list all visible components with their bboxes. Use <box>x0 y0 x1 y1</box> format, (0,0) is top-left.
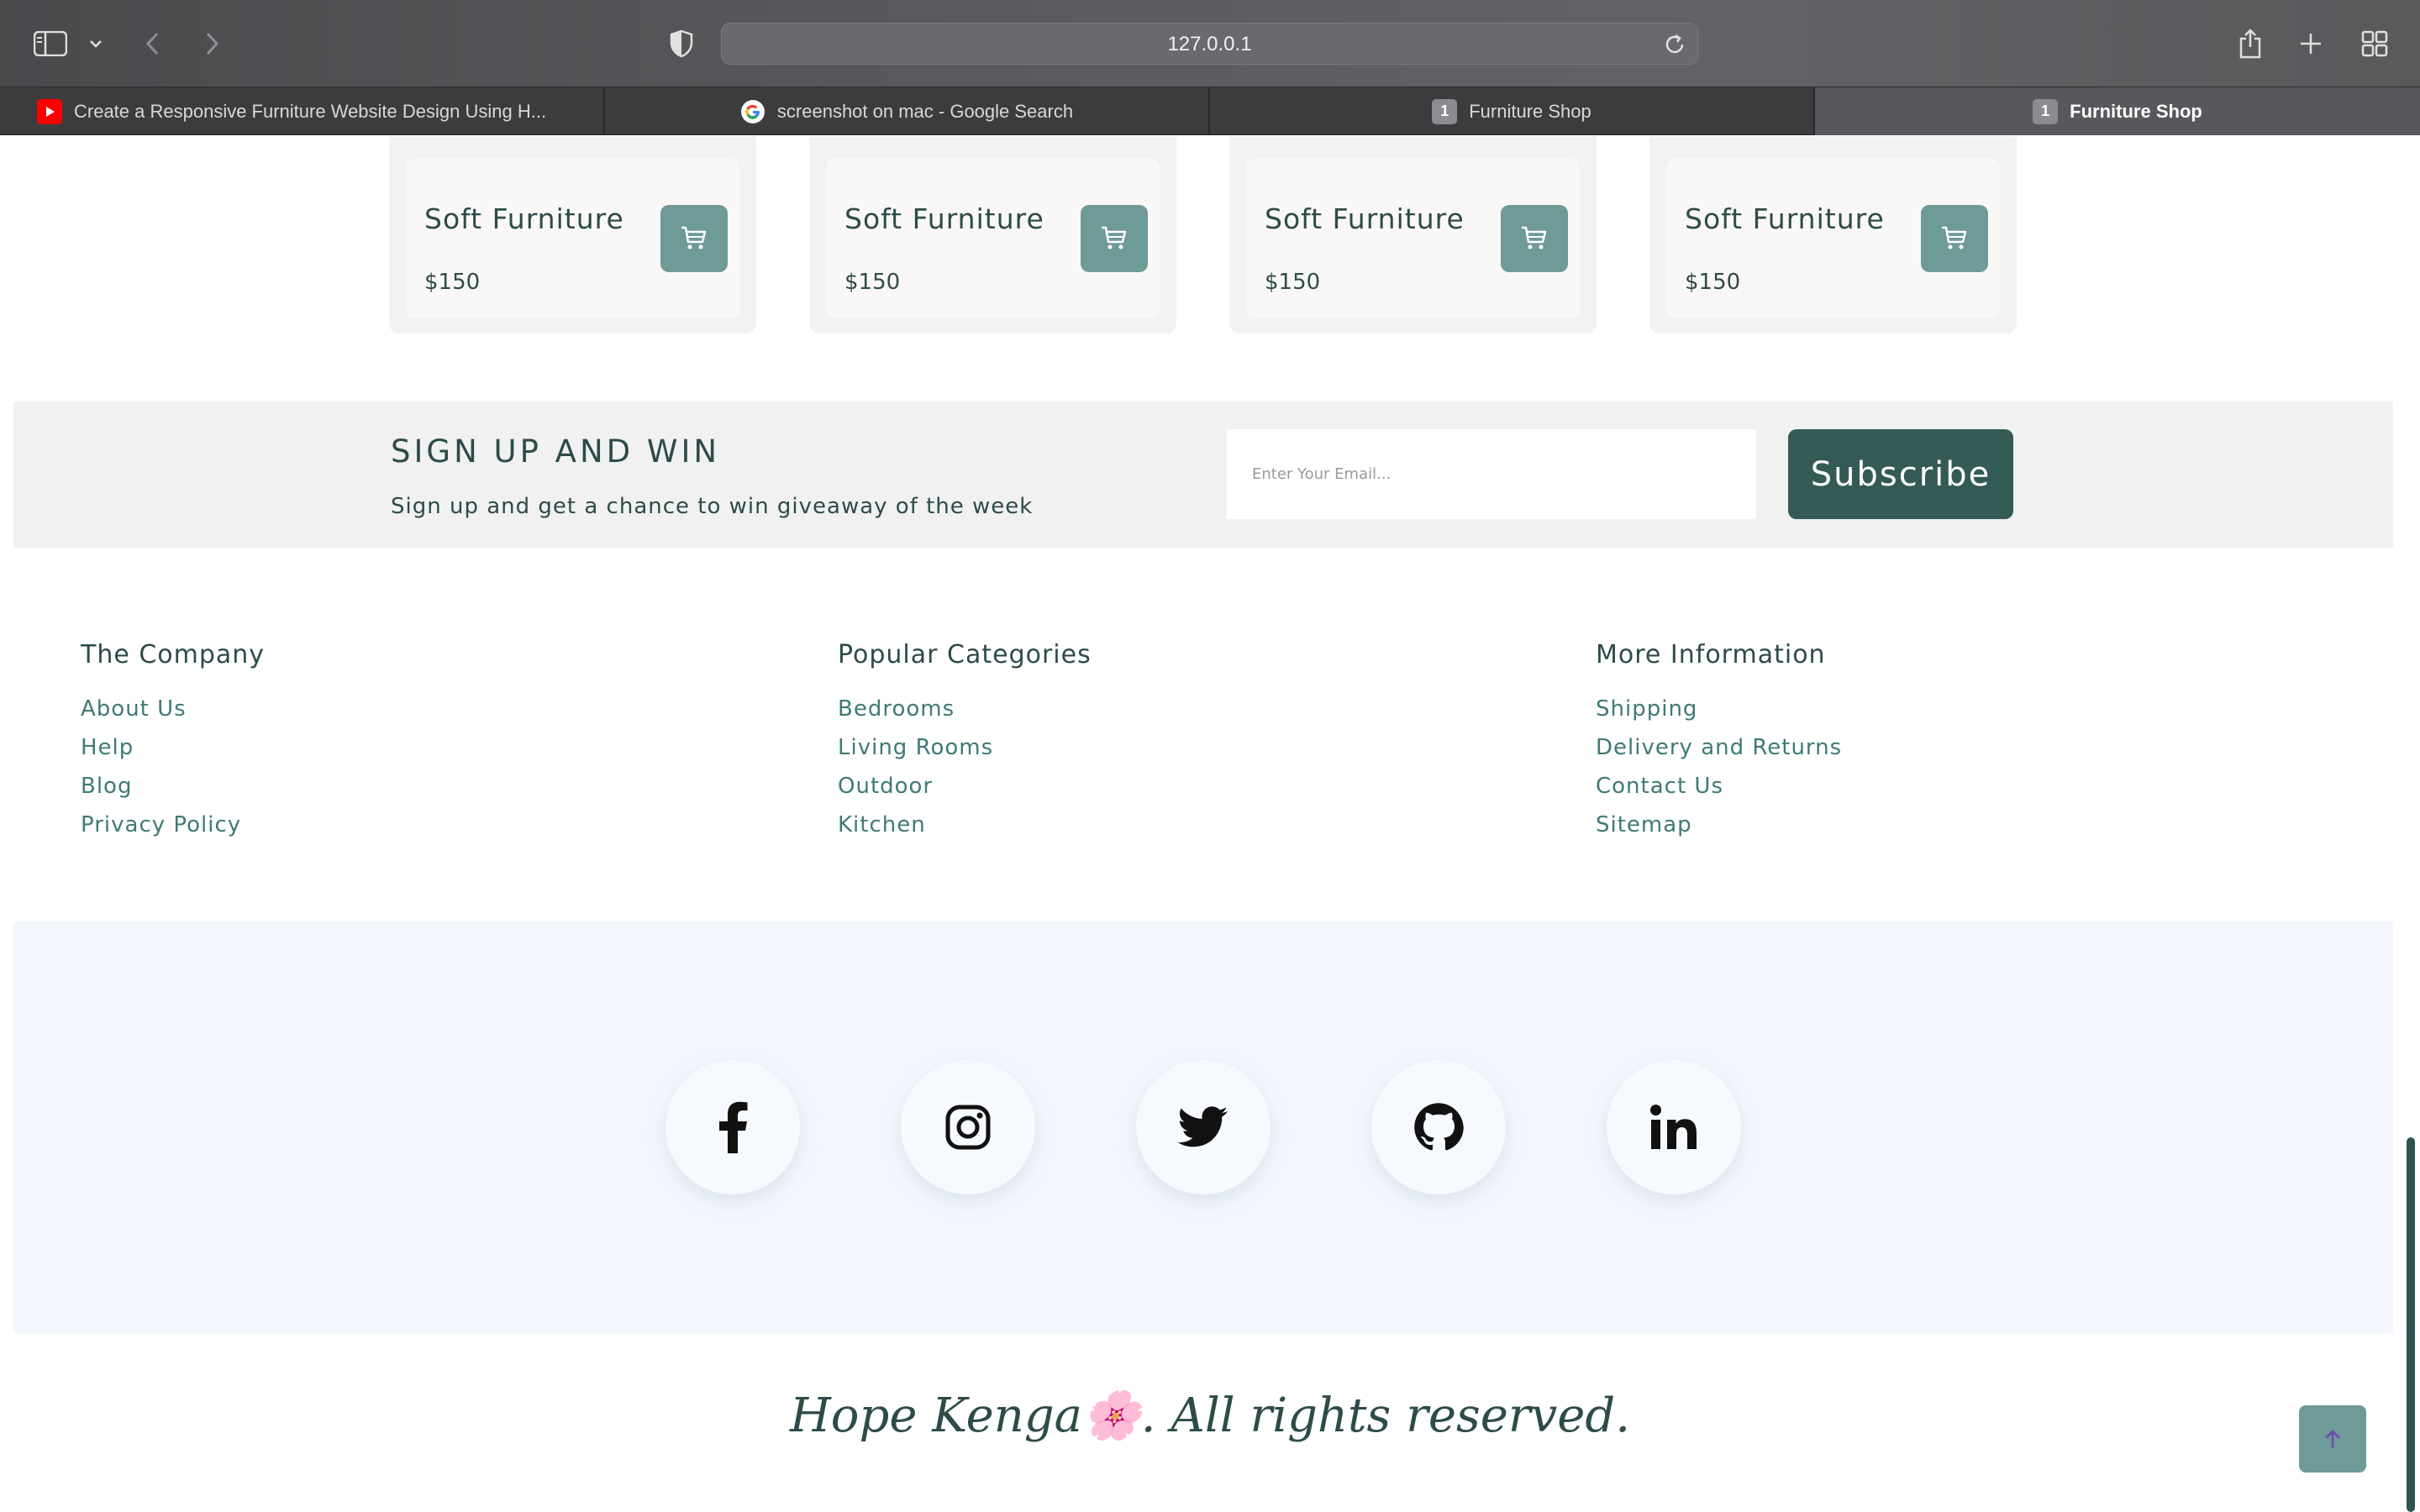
page-scrollbar[interactable] <box>2407 1137 2415 1512</box>
footer-column-company: The Company About Us Help Blog Privacy P… <box>81 640 265 844</box>
footer-link-sitemap[interactable]: Sitemap <box>1596 806 1842 844</box>
product-card-info: Soft Furniture $150 <box>826 159 1160 318</box>
footer-link-about-us[interactable]: About Us <box>81 690 265 728</box>
tab-overview-icon[interactable] <box>2356 25 2393 62</box>
linkedin-icon <box>1650 1105 1697 1149</box>
footer-link-shipping[interactable]: Shipping <box>1596 690 1842 728</box>
social-section <box>13 921 2393 1333</box>
product-card-info: Soft Furniture $150 <box>1246 159 1580 318</box>
signup-title: SIGN UP AND WIN <box>391 433 721 470</box>
facebook-icon <box>719 1101 748 1153</box>
url-text: 127.0.0.1 <box>1167 33 1252 55</box>
product-card: Soft Furniture $150 <box>809 136 1176 333</box>
google-icon <box>740 99 765 124</box>
footer-link-bedrooms[interactable]: Bedrooms <box>838 690 1092 728</box>
tab-furniture-shop[interactable]: 1 Furniture Shop <box>1210 87 1815 135</box>
youtube-icon <box>37 98 62 124</box>
footer-link-contact-us[interactable]: Contact Us <box>1596 767 1842 806</box>
product-price: $150 <box>844 270 901 295</box>
footer-link-kitchen[interactable]: Kitchen <box>838 806 1092 844</box>
numbered-tab-icon: 1 <box>2033 98 2059 124</box>
github-icon <box>1414 1103 1464 1151</box>
add-to-cart-button[interactable] <box>660 205 728 272</box>
cart-icon <box>1522 226 1547 249</box>
tab-label: Furniture Shop <box>1469 100 1591 122</box>
product-price: $150 <box>424 270 481 295</box>
product-card: Soft Furniture $150 <box>1649 136 2017 333</box>
facebook-button[interactable] <box>666 1060 800 1194</box>
instagram-icon <box>945 1105 991 1150</box>
product-price: $150 <box>1685 270 1741 295</box>
footer-link-blog[interactable]: Blog <box>81 767 265 806</box>
footer-link-living-rooms[interactable]: Living Rooms <box>838 728 1092 767</box>
instagram-button[interactable] <box>901 1060 1035 1194</box>
share-icon[interactable] <box>2232 25 2269 62</box>
email-field[interactable] <box>1227 429 1756 519</box>
tab-label: screenshot on mac - Google Search <box>776 100 1074 122</box>
browser-toolbar: 127.0.0.1 <box>0 0 2420 87</box>
add-to-cart-button[interactable] <box>1081 205 1148 272</box>
footer-column-title: More Information <box>1596 640 1826 669</box>
product-name: Soft Furniture <box>1685 202 1885 235</box>
product-name: Soft Furniture <box>1265 202 1465 235</box>
cart-icon <box>1942 226 1967 249</box>
signup-section: SIGN UP AND WIN Sign up and get a chance… <box>13 402 2393 548</box>
address-bar[interactable]: 127.0.0.1 <box>721 23 1698 65</box>
product-name: Soft Furniture <box>424 202 624 235</box>
tab-label: Furniture Shop <box>2070 100 2202 122</box>
product-card-info: Soft Furniture $150 <box>406 159 739 318</box>
add-to-cart-button[interactable] <box>1501 205 1568 272</box>
product-card-info: Soft Furniture $150 <box>1666 159 2000 318</box>
footer-links: The Company About Us Help Blog Privacy P… <box>0 640 2420 875</box>
footer-link-delivery-returns[interactable]: Delivery and Returns <box>1596 728 1842 767</box>
product-grid: Soft Furniture $150 Soft Furniture $150 … <box>389 136 2017 334</box>
footer-link-privacy-policy[interactable]: Privacy Policy <box>81 806 265 844</box>
footer-column-more-info: More Information Shipping Delivery and R… <box>1596 640 1842 844</box>
github-button[interactable] <box>1371 1060 1506 1194</box>
product-price: $150 <box>1265 270 1321 295</box>
back-to-top-button[interactable] <box>2299 1405 2366 1473</box>
tab-google-search[interactable]: screenshot on mac - Google Search <box>605 87 1210 135</box>
tab-label: Create a Responsive Furniture Website De… <box>74 100 547 122</box>
tab-furniture-shop-active[interactable]: 1 Furniture Shop <box>1815 87 2420 135</box>
numbered-tab-icon: 1 <box>1432 98 1458 124</box>
linkedin-button[interactable] <box>1607 1060 1741 1194</box>
footer-link-help[interactable]: Help <box>81 728 265 767</box>
chevron-down-icon[interactable] <box>77 25 114 62</box>
twitter-button[interactable] <box>1136 1060 1270 1194</box>
subscribe-button[interactable]: Subscribe <box>1788 429 2013 519</box>
add-to-cart-button[interactable] <box>1921 205 1988 272</box>
footer-column-categories: Popular Categories Bedrooms Living Rooms… <box>838 640 1092 844</box>
product-card: Soft Furniture $150 <box>1229 136 1597 333</box>
twitter-icon <box>1178 1106 1228 1147</box>
sidebar-toggle-icon[interactable] <box>32 25 69 62</box>
privacy-shield-icon[interactable] <box>663 25 700 62</box>
footer-column-title: The Company <box>81 640 266 669</box>
footer-link-outdoor[interactable]: Outdoor <box>838 767 1092 806</box>
copyright-credit: Hope Kenga🌸. All rights reserved. <box>789 1389 1631 1443</box>
signup-subtitle: Sign up and get a chance to win giveaway… <box>391 494 1034 519</box>
back-icon[interactable] <box>134 25 171 62</box>
product-card: Soft Furniture $150 <box>389 136 756 333</box>
product-name: Soft Furniture <box>844 202 1044 235</box>
new-tab-icon[interactable] <box>2292 25 2329 62</box>
cart-icon <box>1102 226 1127 249</box>
cart-icon <box>681 226 707 249</box>
reload-icon[interactable] <box>1662 32 1687 57</box>
forward-icon[interactable] <box>193 25 230 62</box>
tab-bar: Create a Responsive Furniture Website De… <box>0 87 2420 135</box>
tab-youtube[interactable]: Create a Responsive Furniture Website De… <box>0 87 605 135</box>
arrow-up-icon <box>2325 1430 2340 1448</box>
footer-column-title: Popular Categories <box>838 640 1092 669</box>
page-viewport: Soft Furniture $150 Soft Furniture $150 … <box>0 136 2420 1512</box>
